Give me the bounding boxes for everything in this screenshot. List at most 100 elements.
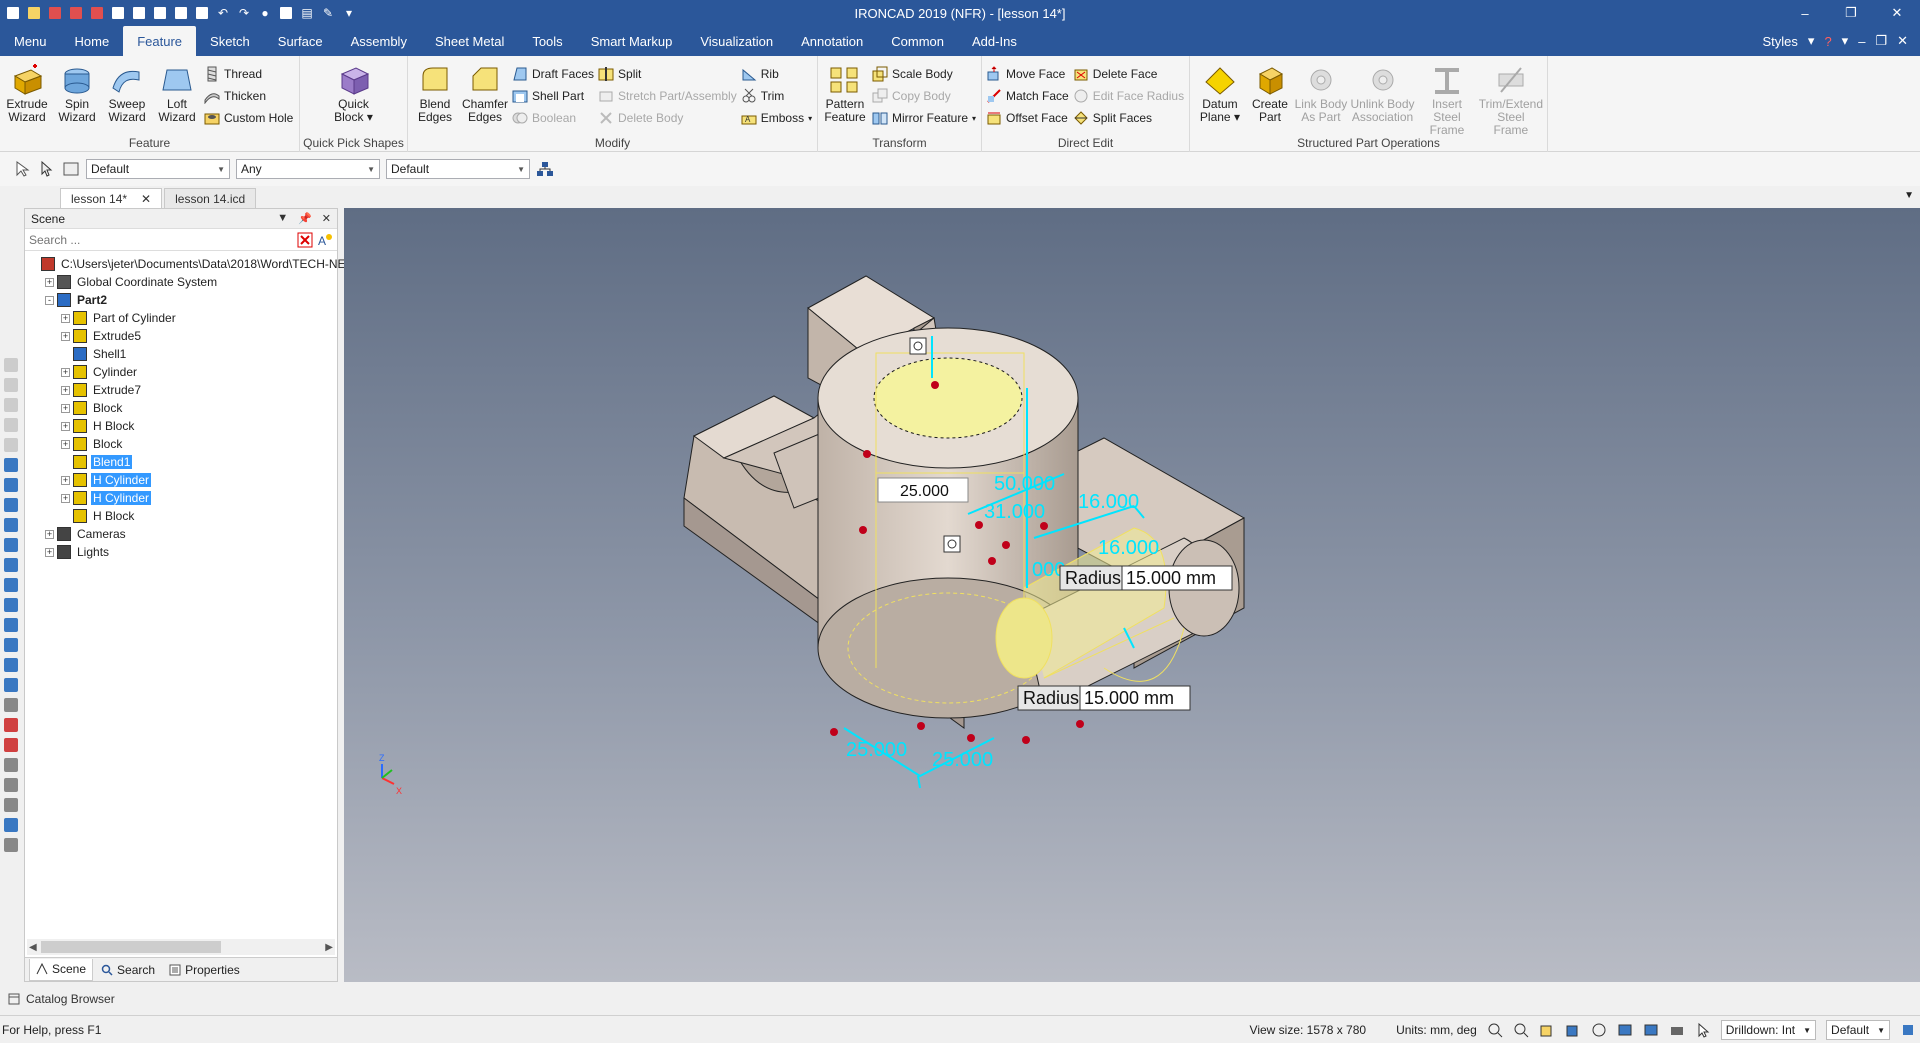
style-combo[interactable]: Default ▼ (86, 159, 230, 179)
cut-icon[interactable] (172, 4, 190, 22)
minimize-icon[interactable]: – (1782, 0, 1828, 26)
tab-feature[interactable]: Feature (123, 26, 197, 56)
qat-dropdown-icon[interactable]: ▾ (340, 4, 358, 22)
tool-icon[interactable] (4, 558, 18, 572)
settings-icon[interactable] (1900, 1022, 1916, 1038)
tool-icon[interactable] (4, 398, 18, 412)
scrollbar-thumb[interactable] (41, 941, 221, 953)
redo-icon[interactable]: ↷ (235, 4, 253, 22)
expand-icon[interactable]: + (45, 277, 54, 287)
delete-body-button[interactable]: Delete Body (598, 108, 737, 128)
close-icon[interactable]: ✕ (1897, 33, 1908, 49)
tool-icon[interactable] (4, 798, 18, 812)
tree-item[interactable]: + Lights (25, 543, 337, 561)
dim-16-b[interactable]: 16.000 (1098, 537, 1159, 559)
dim-16-a[interactable]: 16.000 (1078, 491, 1139, 513)
diameter-input-box[interactable]: 25.000 (877, 477, 969, 503)
tab-sheet-metal[interactable]: Sheet Metal (421, 26, 518, 56)
doc-tab-lesson-14-unsaved[interactable]: lesson 14* ✕ (60, 188, 163, 208)
model-scene[interactable]: 50.000 31.000 16.000 16.000 25.000 25.00… (344, 208, 1920, 982)
tool-icon[interactable] (4, 778, 18, 792)
tab-common[interactable]: Common (877, 26, 958, 56)
tree-item[interactable]: + H Block (25, 417, 337, 435)
scroll-right-icon[interactable]: ▶ (325, 942, 333, 953)
tree-item[interactable]: + Block (25, 435, 337, 453)
tree-item[interactable]: Shell1 (25, 345, 337, 363)
tool-icon[interactable] (4, 498, 18, 512)
close-icon[interactable]: ✕ (141, 192, 151, 206)
dim-25-left[interactable]: 25.000 (846, 739, 907, 761)
trim-button[interactable]: Trim (741, 86, 812, 106)
styles-menu[interactable]: Styles (1763, 34, 1798, 49)
tool-icon[interactable] (4, 458, 18, 472)
select-arrow-icon[interactable] (14, 160, 32, 178)
tab-tools[interactable]: Tools (518, 26, 576, 56)
tree-item[interactable]: H Block (25, 507, 337, 525)
thicken-button[interactable]: Thicken (204, 86, 293, 106)
tab-properties[interactable]: Properties (163, 959, 246, 981)
render-icon[interactable]: ● (256, 4, 274, 22)
tool-icon[interactable] (4, 658, 18, 672)
tool-icon[interactable] (4, 698, 18, 712)
pen-icon[interactable]: ✎ (319, 4, 337, 22)
chevron-down-icon[interactable]: ▾ (808, 114, 812, 123)
rib-button[interactable]: Rib (741, 64, 812, 84)
tree-item[interactable]: + Cylinder (25, 363, 337, 381)
tree-icon[interactable] (277, 4, 295, 22)
shell-part-button[interactable]: Shell Part (512, 86, 594, 106)
tab-menu[interactable]: Menu (0, 26, 61, 56)
tool-icon[interactable] (4, 618, 18, 632)
document-icon[interactable] (109, 4, 127, 22)
tree-item[interactable]: Blend1 (25, 453, 337, 471)
layers-icon[interactable]: ▤ (298, 4, 316, 22)
restore-icon[interactable]: ❐ (1875, 33, 1887, 49)
split-button[interactable]: Split (598, 64, 737, 84)
shading-icon[interactable] (1643, 1022, 1659, 1038)
paste-icon[interactable] (151, 4, 169, 22)
tool-icon[interactable] (4, 478, 18, 492)
expand-icon[interactable]: + (61, 421, 70, 431)
tool-icon[interactable] (4, 538, 18, 552)
chevron-down-icon[interactable]: ▼ (1904, 190, 1914, 201)
tree-item[interactable]: - Part2 (25, 291, 337, 309)
print-icon[interactable] (67, 4, 85, 22)
cursor-icon[interactable] (38, 160, 56, 178)
tool-icon[interactable] (4, 738, 18, 752)
match-face-button[interactable]: Match Face (986, 86, 1069, 106)
doc-tab-lesson-14-icd[interactable]: lesson 14.icd (164, 188, 257, 208)
camera-icon[interactable] (1669, 1022, 1685, 1038)
new-icon[interactable] (4, 4, 22, 22)
tool-icon[interactable] (4, 678, 18, 692)
chevron-down-icon[interactable]: ▾ (1808, 33, 1815, 49)
tool-icon[interactable] (4, 838, 18, 852)
tool-icon[interactable] (4, 418, 18, 432)
display-icon[interactable] (1617, 1022, 1633, 1038)
export-icon[interactable] (88, 4, 106, 22)
chevron-down-icon[interactable]: ▾ (1842, 33, 1849, 49)
tree-item[interactable]: + Extrude7 (25, 381, 337, 399)
dim-31[interactable]: 31.000 (984, 501, 1045, 523)
diameter-value[interactable]: 25.000 (900, 483, 949, 500)
draft-faces-button[interactable]: Draft Faces (512, 64, 594, 84)
radius-value-1[interactable]: 15.000 mm (1126, 568, 1216, 588)
tree-item[interactable]: C:\Users\jeter\Documents\Data\2018\Word\… (25, 255, 346, 273)
tool-icon[interactable] (4, 438, 18, 452)
stretch-part-button[interactable]: Stretch Part/Assembly (598, 86, 737, 106)
tool-icon[interactable] (4, 598, 18, 612)
zoom-window-icon[interactable] (1513, 1022, 1529, 1038)
expand-icon[interactable]: + (61, 331, 70, 341)
move-face-button[interactable]: Move Face (986, 64, 1069, 84)
image-icon[interactable] (193, 4, 211, 22)
expand-icon[interactable]: + (61, 403, 70, 413)
clear-search-icon[interactable] (297, 232, 313, 248)
tool-icon[interactable] (4, 718, 18, 732)
tool-icon[interactable] (4, 638, 18, 652)
selection-filter-combo[interactable]: Any ▼ (236, 159, 380, 179)
render-mode-icon[interactable] (1565, 1022, 1581, 1038)
tab-add-ins[interactable]: Add-Ins (958, 26, 1031, 56)
radius-input-box-2[interactable]: Radius 15.000 mm (1017, 685, 1191, 711)
expand-icon[interactable]: + (45, 529, 54, 539)
tab-annotation[interactable]: Annotation (787, 26, 877, 56)
zoom-icon[interactable] (1487, 1022, 1503, 1038)
emboss-button[interactable]: A Emboss ▾ (741, 108, 812, 128)
